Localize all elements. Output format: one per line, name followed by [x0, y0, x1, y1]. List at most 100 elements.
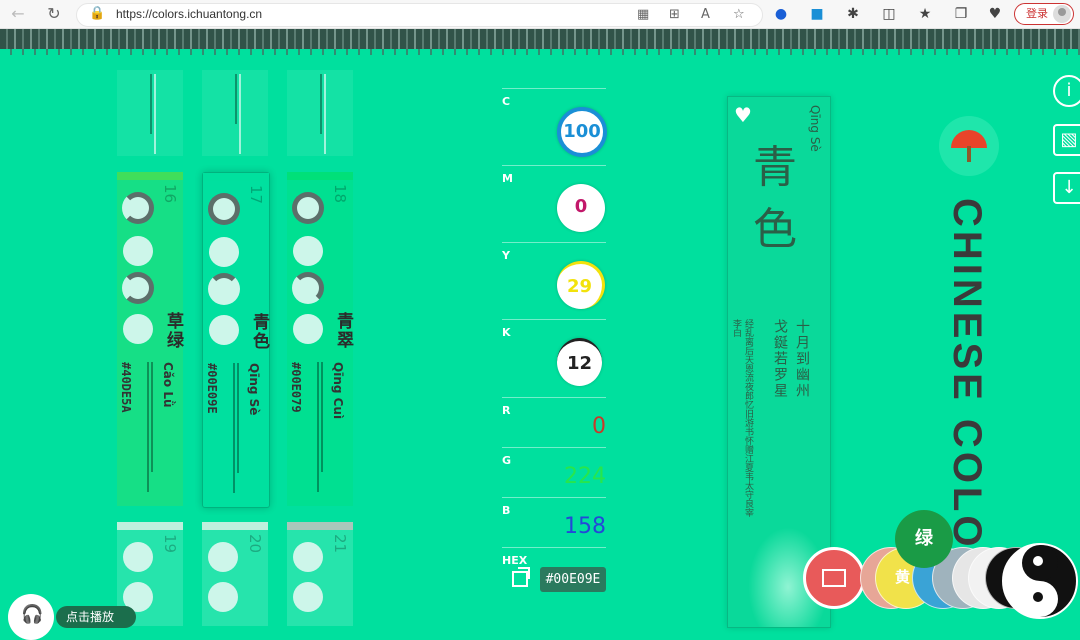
card-line	[237, 363, 239, 473]
param-g: G 224	[502, 447, 606, 498]
color-card-21[interactable]: 21	[287, 522, 353, 626]
color-pinyin: Cǎo Lǜ	[161, 362, 175, 408]
param-y: Y 29	[502, 242, 606, 320]
cmyk-circle	[209, 237, 239, 267]
param-label: B	[502, 504, 511, 517]
card-line	[233, 363, 235, 493]
health-icon[interactable]: ♥	[986, 5, 1004, 23]
cmyk-ring	[208, 273, 240, 305]
cmyk-circle	[293, 582, 323, 612]
extension2-icon[interactable]: ■	[808, 5, 826, 23]
collections-icon[interactable]: ❐	[952, 5, 970, 23]
mail-heart-button[interactable]	[803, 547, 865, 609]
puzzle-icon[interactable]: ✱	[844, 5, 862, 23]
hex-value[interactable]: #00E09E	[540, 567, 606, 592]
back-icon[interactable]: ←	[8, 4, 28, 24]
cmyk-circle	[293, 542, 323, 572]
param-label: C	[502, 95, 511, 108]
detail-name: 青 色	[753, 142, 797, 255]
poem-line: 戈鋋若罗星	[772, 319, 788, 399]
heart-icon[interactable]: ♥	[734, 103, 752, 127]
color-name: 青翠	[333, 312, 353, 350]
card-line	[321, 362, 323, 472]
card-color-bar	[202, 522, 268, 530]
refresh-icon[interactable]: ↻	[44, 4, 64, 24]
b-value: 158	[564, 514, 606, 539]
info-icon[interactable]: i	[1053, 75, 1080, 107]
r-value: 0	[592, 414, 606, 439]
app-icon[interactable]: ⊞	[669, 7, 680, 22]
lock-icon: 🔒	[89, 6, 106, 21]
cmyk-ring	[122, 192, 154, 224]
cmyk-ring	[122, 272, 154, 304]
color-card-qingse[interactable]: 17 青色 #00E09E Qīng Sè	[202, 172, 270, 508]
cmyk-ring	[208, 193, 240, 225]
cmyk-circle	[209, 315, 239, 345]
read-aloud-icon[interactable]: A	[701, 7, 710, 22]
taiji-icon[interactable]	[1002, 543, 1078, 619]
card-index: 19	[161, 534, 179, 554]
card-line	[147, 362, 149, 492]
color-card-top[interactable]	[287, 70, 353, 156]
color-pinyin: Qīng Sè	[247, 363, 261, 416]
color-card-top[interactable]	[202, 70, 268, 156]
color-card-top[interactable]	[117, 70, 183, 156]
green-category-button[interactable]: 绿	[895, 510, 953, 568]
cmyk-ring	[292, 192, 324, 224]
color-hex: #00E079	[289, 362, 303, 413]
extension-icon[interactable]: ●	[772, 5, 790, 23]
color-card-qingcui[interactable]: 18 青翠 #00E079 Qīng Cuì	[287, 172, 353, 506]
color-card-caolv[interactable]: 16 草绿 #40DE5A Cǎo Lǜ	[117, 172, 183, 506]
favorites-icon[interactable]: ★	[916, 5, 934, 23]
favorite-star-icon[interactable]: ☆	[733, 7, 745, 22]
card-line	[150, 74, 152, 134]
card-line	[151, 362, 153, 472]
taiji-dot	[1033, 556, 1043, 566]
card-index: 18	[331, 184, 349, 204]
poem-author: 李白	[731, 319, 741, 337]
color-name: 青色	[249, 313, 269, 351]
decorative-fringe	[0, 49, 1080, 55]
param-label: Y	[502, 249, 510, 262]
cmyk-circle	[123, 542, 153, 572]
card-index: 20	[246, 534, 264, 554]
cmyk-circle	[293, 236, 323, 266]
url-text: https://colors.ichuantong.cn	[116, 7, 263, 21]
card-color-bar	[287, 172, 353, 180]
headphone-icon: 🎧	[21, 604, 44, 625]
download-icon[interactable]: ↓	[1053, 172, 1080, 204]
card-line	[324, 74, 326, 154]
play-button[interactable]: 点击播放	[56, 606, 136, 628]
card-color-bar	[287, 522, 353, 530]
login-button[interactable]: 登录	[1014, 3, 1074, 25]
card-line	[320, 74, 322, 134]
color-card-20[interactable]: 20	[202, 522, 268, 626]
color-detail-card: ♥ Qīng Sè 青 色 十月到幽州 戈鋋若罗星 经乱离后天恩流夜郎忆旧游书怀…	[727, 96, 831, 628]
split-screen-icon[interactable]: ◫	[880, 5, 898, 23]
card-color-bar	[117, 172, 183, 180]
copy-icon[interactable]	[512, 567, 530, 587]
param-label: R	[502, 404, 511, 417]
color-pinyin: Qīng Cuì	[331, 362, 345, 420]
decorative-border	[0, 29, 1080, 49]
param-r: R 0	[502, 397, 606, 448]
browser-toolbar: ← ↻ 🔒 https://colors.ichuantong.cn ▦ ⊞ A…	[0, 0, 1080, 29]
fan-logo-icon	[939, 116, 999, 176]
g-value: 224	[564, 464, 606, 489]
y-dial: 29	[557, 261, 605, 309]
avatar	[1053, 5, 1071, 23]
card-line	[317, 362, 319, 492]
color-hex: #40DE5A	[119, 362, 133, 413]
card-color-bar	[117, 522, 183, 530]
music-button[interactable]: 🎧	[8, 594, 54, 640]
cmyk-circle	[123, 236, 153, 266]
image-icon[interactable]: ▧	[1053, 124, 1080, 156]
m-dial: 0	[557, 184, 605, 232]
card-index: 16	[161, 184, 179, 204]
param-label: K	[502, 326, 511, 339]
param-c: C 100	[502, 88, 607, 166]
param-k: K 12	[502, 319, 606, 397]
taiji-dot	[1033, 592, 1043, 602]
address-bar[interactable]: 🔒 https://colors.ichuantong.cn ▦ ⊞ A ☆	[76, 3, 763, 27]
grid-icon[interactable]: ▦	[637, 7, 649, 22]
